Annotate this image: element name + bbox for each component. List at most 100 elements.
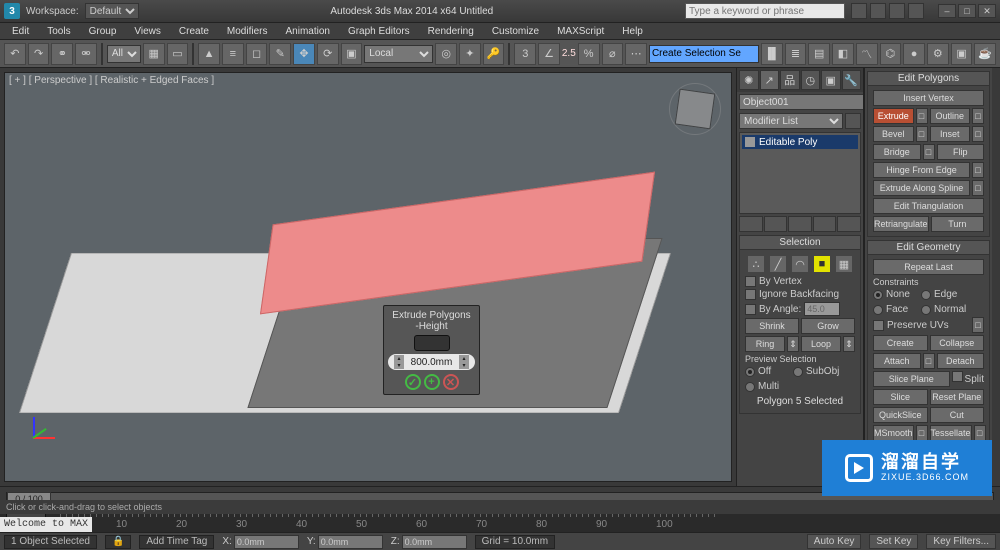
subobj-vertex-icon[interactable]: ∴ xyxy=(747,255,765,273)
graphite-button[interactable]: ◧ xyxy=(832,43,854,65)
insert-vertex-button[interactable]: Insert Vertex xyxy=(873,90,984,106)
edit-geometry-header[interactable]: Edit Geometry xyxy=(868,241,989,255)
bevel-button[interactable]: Bevel xyxy=(873,126,914,142)
loop-button[interactable]: Loop xyxy=(801,336,841,352)
by-vertex-checkbox[interactable] xyxy=(745,276,756,287)
menu-rendering[interactable]: Rendering xyxy=(420,25,482,38)
cut-button[interactable]: Cut xyxy=(930,407,985,423)
spinner-snap-button[interactable]: ⌀ xyxy=(602,43,624,65)
help-search-input[interactable] xyxy=(685,3,845,19)
extrude-spline-button[interactable]: Extrude Along Spline xyxy=(873,180,970,196)
extrude-cancel-button[interactable]: ✕ xyxy=(443,374,459,390)
extrude-height-input[interactable] xyxy=(404,357,459,368)
schematic-view-button[interactable]: ⌬ xyxy=(880,43,902,65)
menu-help[interactable]: Help xyxy=(614,25,651,38)
remove-modifier-button[interactable] xyxy=(813,216,837,232)
msmooth-settings-button[interactable]: □ xyxy=(916,425,928,441)
msmooth-button[interactable]: MSmooth xyxy=(873,425,914,441)
rotate-button[interactable]: ⟳ xyxy=(317,43,339,65)
viewport-canvas[interactable] xyxy=(5,73,731,481)
preview-off-radio[interactable] xyxy=(745,367,755,377)
use-center-button[interactable]: ◎ xyxy=(435,43,457,65)
add-time-tag-button[interactable]: Add Time Tag xyxy=(139,535,214,549)
signin-icon[interactable] xyxy=(851,3,867,19)
split-checkbox[interactable] xyxy=(952,371,963,382)
select-rect-button[interactable]: ◻ xyxy=(246,43,268,65)
select-by-name-button[interactable]: ≡ xyxy=(222,43,244,65)
slice-plane-button[interactable]: Slice Plane xyxy=(873,371,950,387)
subobj-border-icon[interactable]: ◠ xyxy=(791,255,809,273)
layer-button[interactable]: ▤ xyxy=(808,43,830,65)
render-setup-button[interactable]: ⚙ xyxy=(927,43,949,65)
ring-button[interactable]: Ring xyxy=(745,336,785,352)
ignore-backfacing-checkbox[interactable] xyxy=(745,289,756,300)
by-angle-checkbox[interactable] xyxy=(745,304,756,315)
turn-button[interactable]: Turn xyxy=(931,216,984,232)
move-button[interactable]: ✥ xyxy=(293,43,315,65)
close-button[interactable]: ✕ xyxy=(978,4,996,18)
detach-button[interactable]: Detach xyxy=(937,353,985,369)
menu-views[interactable]: Views xyxy=(126,25,169,38)
reset-plane-button[interactable]: Reset Plane xyxy=(930,389,985,405)
coord-y-input[interactable] xyxy=(318,535,383,549)
edit-named-sel-button[interactable]: ⋯ xyxy=(625,43,647,65)
auto-key-button[interactable]: Auto Key xyxy=(807,534,862,549)
modifier-list-dropdown[interactable]: Modifier List xyxy=(739,113,843,129)
collapse-button[interactable]: Collapse xyxy=(930,335,985,351)
shrink-button[interactable]: Shrink xyxy=(745,318,799,334)
set-key-button[interactable]: Set Key xyxy=(869,534,918,549)
maxscript-listener[interactable]: Welcome to MAX xyxy=(0,517,92,532)
object-name-field[interactable] xyxy=(739,94,864,110)
exchange-icon[interactable] xyxy=(889,3,905,19)
link-button[interactable]: ⚭ xyxy=(51,43,73,65)
menu-group[interactable]: Group xyxy=(81,25,125,38)
hinge-button[interactable]: Hinge From Edge xyxy=(873,162,970,178)
coord-x-input[interactable] xyxy=(234,535,299,549)
selection-region-button[interactable]: ▭ xyxy=(167,43,189,65)
preview-multi-radio[interactable] xyxy=(745,382,755,392)
subobj-edge-icon[interactable]: ╱ xyxy=(769,255,787,273)
viewport[interactable]: [ + ] [ Perspective ] [ Realistic + Edge… xyxy=(4,72,732,482)
key-filters-button[interactable]: Key Filters... xyxy=(926,534,996,549)
constraint-edge-radio[interactable] xyxy=(921,290,931,300)
paint-selection-button[interactable]: ✎ xyxy=(269,43,291,65)
configure-sets-button[interactable] xyxy=(837,216,861,232)
angle-snap-button[interactable]: ∠ xyxy=(538,43,560,65)
unlink-button[interactable]: ⚮ xyxy=(75,43,97,65)
extrude-spline-settings-button[interactable]: □ xyxy=(972,180,984,196)
outline-button[interactable]: Outline xyxy=(930,108,971,124)
tessellate-button[interactable]: Tessellate xyxy=(930,425,972,441)
ring-spinner[interactable]: ⇕ xyxy=(787,336,799,352)
attach-list-button[interactable]: □ xyxy=(923,353,935,369)
tessellate-settings-button[interactable]: □ xyxy=(974,425,986,441)
maximize-button[interactable]: □ xyxy=(958,4,976,18)
constraint-face-radio[interactable] xyxy=(873,305,883,315)
modify-tab-icon[interactable]: ↗ xyxy=(760,70,780,90)
menu-graph-editors[interactable]: Graph Editors xyxy=(340,25,418,38)
preserve-uvs-settings[interactable]: □ xyxy=(972,317,984,333)
coord-z-input[interactable] xyxy=(402,535,467,549)
select-object-button[interactable]: ▲ xyxy=(198,43,220,65)
workspace-selector[interactable]: Default xyxy=(85,3,139,19)
extrude-settings-button[interactable]: □ xyxy=(916,108,928,124)
ref-coord-system[interactable]: Local xyxy=(364,45,433,63)
hierarchy-tab-icon[interactable]: 品 xyxy=(780,70,800,90)
extrude-height-spinner[interactable]: ▴▾ ▴▾ xyxy=(388,354,475,370)
menu-create[interactable]: Create xyxy=(171,25,217,38)
constraint-normal-radio[interactable] xyxy=(921,305,931,315)
snap-toggle-button[interactable]: 3 xyxy=(514,43,536,65)
inset-button[interactable]: Inset xyxy=(930,126,971,142)
attach-button[interactable]: Attach xyxy=(873,353,921,369)
favorites-icon[interactable] xyxy=(870,3,886,19)
make-unique-button[interactable] xyxy=(788,216,812,232)
minimize-button[interactable]: – xyxy=(938,4,956,18)
bridge-settings-button[interactable]: □ xyxy=(923,144,935,160)
display-tab-icon[interactable]: ▣ xyxy=(821,70,841,90)
menu-maxscript[interactable]: MAXScript xyxy=(549,25,612,38)
manipulate-button[interactable]: ✦ xyxy=(459,43,481,65)
preserve-uvs-checkbox[interactable] xyxy=(873,320,884,331)
quickslice-button[interactable]: QuickSlice xyxy=(873,407,928,423)
spinner-increase-icon[interactable]: ▴▾ xyxy=(459,355,469,369)
undo-button[interactable]: ↶ xyxy=(4,43,26,65)
scale-button[interactable]: ▣ xyxy=(341,43,363,65)
